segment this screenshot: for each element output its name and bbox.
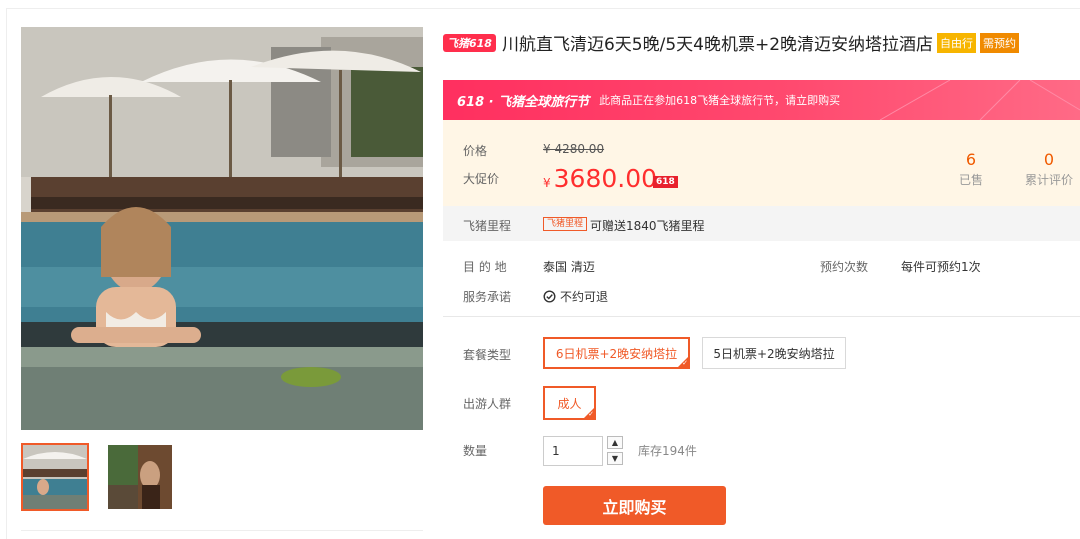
price-618-badge: 618 xyxy=(653,176,678,188)
original-price: ¥ 4280.00 xyxy=(543,142,605,156)
package-option-5day[interactable]: 5日机票+2晚安纳塔拉 xyxy=(702,337,846,369)
promo-description: 此商品正在参加618飞猪全球旅行节，请立即购买 xyxy=(599,94,841,107)
package-option-label: 6日机票+2晚安纳塔拉 xyxy=(555,346,678,361)
service-promise: 不约可退 xyxy=(543,288,608,305)
reservation-required-tag: 需预约 xyxy=(980,32,1020,53)
free-travel-tag: 自由行 xyxy=(937,32,977,53)
quantity-label: 数量 xyxy=(463,444,488,458)
booking-count-label: 预约次数 xyxy=(820,260,869,274)
sold-stat: 6 已售 xyxy=(955,150,987,188)
service-value: 不约可退 xyxy=(560,290,609,304)
service-label: 服务承诺 xyxy=(463,290,512,304)
promo-banner: 618 · 飞猪全球旅行节 此商品正在参加618飞猪全球旅行节，请立即购买 xyxy=(443,80,1080,120)
traveler-option-label: 成人 xyxy=(557,396,582,411)
promo-decoration-icon xyxy=(879,80,1080,120)
traveler-label: 出游人群 xyxy=(463,397,512,411)
miles-text: 可赠送1840飞猪里程 xyxy=(590,219,705,233)
destination-value: 泰国 清迈 xyxy=(543,260,595,274)
promo-price-value: 3680.00 xyxy=(553,164,658,193)
quantity-decrease-button[interactable]: ▼ xyxy=(607,452,623,465)
product-title: 川航直飞清迈6天5晚/5天4晚机票+2晚清迈安纳塔拉酒店 xyxy=(501,35,934,55)
promo-price: ¥ 3680.00 xyxy=(543,164,657,193)
thumbnail-1[interactable] xyxy=(21,443,89,511)
price-label: 价格 xyxy=(463,144,488,158)
miles-tag: 飞猪里程 xyxy=(543,217,588,231)
gallery-bottom-divider xyxy=(21,530,423,531)
reviews-label: 累计评价 xyxy=(1024,173,1073,187)
reviews-stat[interactable]: 0 累计评价 xyxy=(1019,150,1079,188)
quantity-input[interactable]: 1 xyxy=(543,436,603,466)
package-option-label: 5日机票+2晚安纳塔拉 xyxy=(713,346,835,361)
selected-check-icon: ✓ xyxy=(682,359,688,367)
left-divider xyxy=(6,8,7,539)
sold-label: 已售 xyxy=(958,173,983,187)
section-divider xyxy=(443,316,1080,317)
reviews-count: 0 xyxy=(1043,150,1055,169)
package-option-6day[interactable]: 6日机票+2晚安纳塔拉 ✓ xyxy=(543,337,690,369)
check-circle-icon xyxy=(543,290,556,303)
top-divider xyxy=(6,8,1080,9)
stock-text: 库存194件 xyxy=(638,444,697,458)
promo-title: 618 · 飞猪全球旅行节 xyxy=(457,94,590,110)
buy-now-button[interactable]: 立即购买 xyxy=(543,486,726,525)
main-product-photo[interactable] xyxy=(21,27,423,430)
price-panel: 价格 ¥ 4280.00 大促价 ¥ 3680.00 618 6 已售 0 累计… xyxy=(443,120,1080,206)
promo-price-label: 大促价 xyxy=(463,172,500,186)
quantity-increase-button[interactable]: ▲ xyxy=(607,436,623,449)
booking-count-value: 每件可预约1次 xyxy=(901,260,981,274)
destination-label: 目 的 地 xyxy=(463,260,507,274)
product-title-row: 飞猪618 川航直飞清迈6天5晚/5天4晚机票+2晚清迈安纳塔拉酒店 自由行 需… xyxy=(443,30,1020,55)
traveler-option-adult[interactable]: 成人 ✓ xyxy=(543,386,596,420)
chevron-down-icon: ▼ xyxy=(611,454,619,463)
miles-row: 飞猪里程 飞猪里程 可赠送1840飞猪里程 xyxy=(443,206,1080,241)
package-label: 套餐类型 xyxy=(463,348,512,362)
thumbnail-list xyxy=(21,443,174,511)
fliggy-618-badge: 飞猪618 xyxy=(443,33,496,52)
selected-check-icon: ✓ xyxy=(588,410,594,418)
thumbnail-2[interactable] xyxy=(106,443,174,511)
chevron-up-icon: ▲ xyxy=(611,438,619,447)
sold-count: 6 xyxy=(965,150,977,169)
currency-symbol: ¥ xyxy=(543,176,551,190)
product-page: 飞猪618 川航直飞清迈6天5晚/5天4晚机票+2晚清迈安纳塔拉酒店 自由行 需… xyxy=(0,0,1080,539)
miles-label: 飞猪里程 xyxy=(463,219,512,233)
